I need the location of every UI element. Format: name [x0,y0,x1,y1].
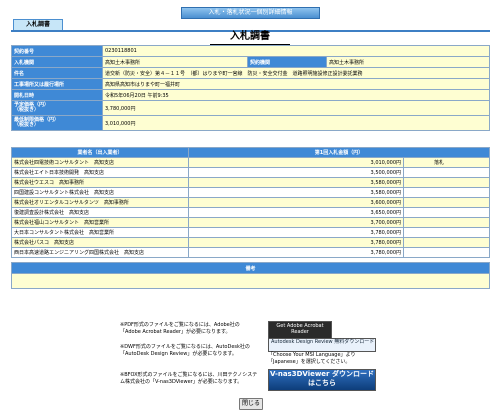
label-min-price: 最低制限価格（円） （税抜き） [11,115,103,131]
table-row: 四国建設コンサルタント株式会社 高知支店 3,580,000円 [11,187,490,198]
table-row: 株式会社オリエンタルコンサルタンツ 高知事務所 3,600,000円 [11,197,490,208]
bid-amount: 3,780,000円 [188,227,404,238]
bid-amount: 3,010,000円 [188,157,404,168]
note-dwf: ※DWF形式のファイルをご覧になるには、AutoDesk社の「AutoDesk … [120,344,250,357]
value-location: 高知県高知市はりまや町一福井町 [102,78,490,90]
bid-status [403,247,490,258]
label-planned-price: 予定価格（円） （税抜き） [11,100,103,116]
bid-amount: 3,580,000円 [188,177,404,188]
note-bfox: ※BFOX形式のファイルをご覧になるには、川田テクノシステム株式会社の「V-na… [120,372,258,385]
table-row: 株式会社エイト日本技術開発 高知支店 3,500,000円 [11,167,490,178]
bid-status [403,207,490,218]
table-row: 復建調査設計株式会社 高知支店 3,650,000円 [11,207,490,218]
autodesk-review-badge[interactable]: Autodesk Design Review 無料ダウンロード [268,338,376,352]
label-contract-org: 契約機関 [247,56,327,68]
table-row: 株式会社ウエスコ 高知事務所 3,580,000円 [11,177,490,188]
value-subject: 道交新（防災・安全）第４－１１号 （都）はりまや町一宮線 防災・安全交付金 道路… [102,67,490,79]
bidder-name: 株式会社パスコ 高知支店 [11,237,189,248]
close-button[interactable]: 閉じる [239,398,263,410]
label-subject: 件名 [11,67,103,79]
label-open-date: 開札日時 [11,89,103,101]
bidder-name: 株式会社ウエスコ 高知事務所 [11,177,189,188]
bidder-name: 大日本コンサルタント株式会社 高知営業所 [11,227,189,238]
bid-results-table: 業者名（出入業者） 第1回入札金額（円） 株式会社四電技術コンサルタント 高知支… [11,147,490,258]
label-contract-no: 契約番号 [11,45,103,57]
page-header-bar: 入札・落札状況一個別詳細情報 [181,7,320,19]
bid-status [403,177,490,188]
bid-status [403,227,490,238]
bid-status: 落札 [403,157,490,168]
bid-status [403,217,490,228]
remarks-header: 備考 [11,262,490,274]
bidder-name: 株式会社四電技術コンサルタント 高知支店 [11,157,189,168]
bidder-name: 復建調査設計株式会社 高知支店 [11,207,189,218]
bidder-name: 四国建設コンサルタント株式会社 高知支店 [11,187,189,198]
table-row: 株式会社パスコ 高知支店 3,780,000円 [11,237,490,248]
note-pdf: ※PDF形式のファイルをご覧になるには、Adobe社の「Adobe Acroba… [120,322,240,335]
label-bid-org: 入札機関 [11,56,103,68]
vnas-viewer-badge[interactable]: V-nas3DViewer ダウンロードはこちら [268,369,376,391]
header-bidder: 業者名（出入業者） [11,147,189,158]
table-row: 株式会社福山コンサルタント 高知営業所 3,700,000円 [11,217,490,228]
value-contract-org: 高知土木事務所 [326,56,490,68]
value-open-date: 令和5年06月20日 午前9:35 [102,89,490,101]
bid-amount: 3,700,000円 [188,217,404,228]
bid-amount: 3,780,000円 [188,247,404,258]
bidder-name: 株式会社オリエンタルコンサルタンツ 高知事務所 [11,197,189,208]
bid-amount: 3,580,000円 [188,187,404,198]
bid-amount: 3,600,000円 [188,197,404,208]
table-row: 株式会社四電技術コンサルタント 高知支店 3,010,000円 落札 [11,157,490,168]
bid-status [403,187,490,198]
table-row: 大日本コンサルタント株式会社 高知営業所 3,780,000円 [11,227,490,238]
remarks-body [11,273,490,289]
bid-status [403,197,490,208]
bidder-name: 西日本高速道路エンジニアリング四国株式会社 高知支店 [11,247,189,258]
bid-amount: 3,650,000円 [188,207,404,218]
bid-status [403,237,490,248]
remarks-table: 備考 [11,262,490,289]
note-dwf-language: 「Choose Your MSI Language」より「Japanese」を選… [268,352,356,365]
bid-amount: 3,780,000円 [188,237,404,248]
bid-amount: 3,500,000円 [188,167,404,178]
value-min-price: 3,010,000円 [102,115,490,131]
table-row: 西日本高速道路エンジニアリング四国株式会社 高知支店 3,780,000円 [11,247,490,258]
page-title: 入札調書 [210,30,290,46]
contract-info-table: 契約番号 0230118801 入札機関 高知土木事務所 契約機関 高知土木事務… [11,45,490,131]
value-contract-no: 0230118801 [102,45,490,57]
value-bid-org: 高知土木事務所 [102,56,248,68]
value-planned-price: 3,780,000円 [102,100,490,116]
header-amount: 第1回入札金額（円） [188,147,490,158]
bidder-name: 株式会社エイト日本技術開発 高知支店 [11,167,189,178]
bid-status [403,167,490,178]
label-location: 工事場所又は履行場所 [11,78,103,90]
bidder-name: 株式会社福山コンサルタント 高知営業所 [11,217,189,228]
